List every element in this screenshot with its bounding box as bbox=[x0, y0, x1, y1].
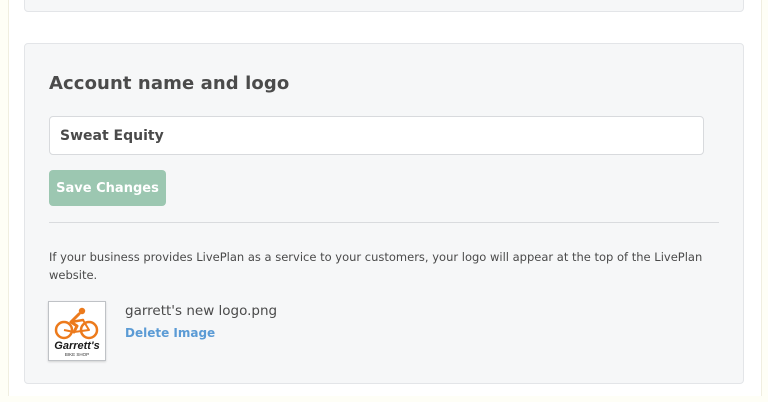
previous-section-card bbox=[24, 0, 744, 12]
save-changes-button[interactable]: Save Changes bbox=[49, 170, 166, 206]
section-title: Account name and logo bbox=[49, 73, 290, 94]
logo-thumbnail: Garrett's BIKE SHOP bbox=[48, 301, 106, 361]
logo-brand-text: Garrett's bbox=[54, 340, 99, 352]
logo-file-name: garrett's new logo.png bbox=[125, 303, 278, 319]
divider bbox=[49, 222, 719, 223]
account-name-logo-card: Account name and logo Save Changes If yo… bbox=[24, 43, 744, 384]
delete-image-link[interactable]: Delete Image bbox=[125, 326, 215, 340]
bicycle-rider-icon: Garrett's BIKE SHOP bbox=[54, 307, 100, 357]
logo-info-text: If your business provides LivePlan as a … bbox=[49, 250, 703, 282]
logo-brand-subtext: BIKE SHOP bbox=[65, 352, 89, 357]
account-name-input[interactable] bbox=[49, 116, 704, 155]
